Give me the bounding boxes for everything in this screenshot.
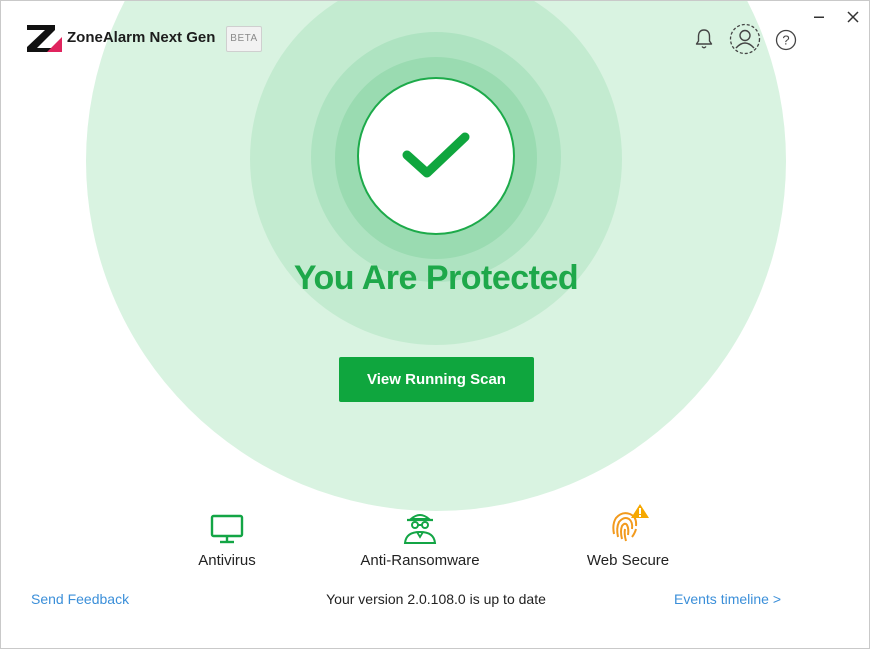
spy-icon xyxy=(403,514,437,544)
events-timeline-link[interactable]: Events timeline > xyxy=(674,591,781,607)
feature-label: Antivirus xyxy=(198,552,256,569)
zonealarm-logo-icon xyxy=(27,25,62,52)
beta-badge: BETA xyxy=(226,26,262,52)
feature-label: Web Secure xyxy=(586,552,670,569)
fingerprint-icon xyxy=(612,504,649,542)
close-icon[interactable] xyxy=(843,7,863,27)
view-running-scan-button[interactable]: View Running Scan xyxy=(339,357,534,402)
feature-web-secure[interactable]: Web Secure xyxy=(568,504,688,569)
bell-icon[interactable] xyxy=(693,27,715,51)
checkmark-icon xyxy=(402,132,470,178)
protected-badge xyxy=(357,77,515,235)
feature-antivirus[interactable]: Antivirus xyxy=(167,506,287,569)
user-profile-icon[interactable] xyxy=(729,23,761,55)
status-title: You Are Protected xyxy=(293,259,579,297)
monitor-icon xyxy=(210,514,244,544)
feature-anti-ransomware[interactable]: Anti-Ransomware xyxy=(345,506,495,569)
app-window: ZoneAlarm Next Gen BETA ? You Are Protec… xyxy=(0,0,870,649)
feature-label: Anti-Ransomware xyxy=(360,552,480,569)
minimize-icon[interactable] xyxy=(810,9,830,25)
app-title: ZoneAlarm Next Gen xyxy=(67,29,216,46)
help-icon[interactable]: ? xyxy=(774,28,798,52)
svg-text:?: ? xyxy=(782,33,789,48)
